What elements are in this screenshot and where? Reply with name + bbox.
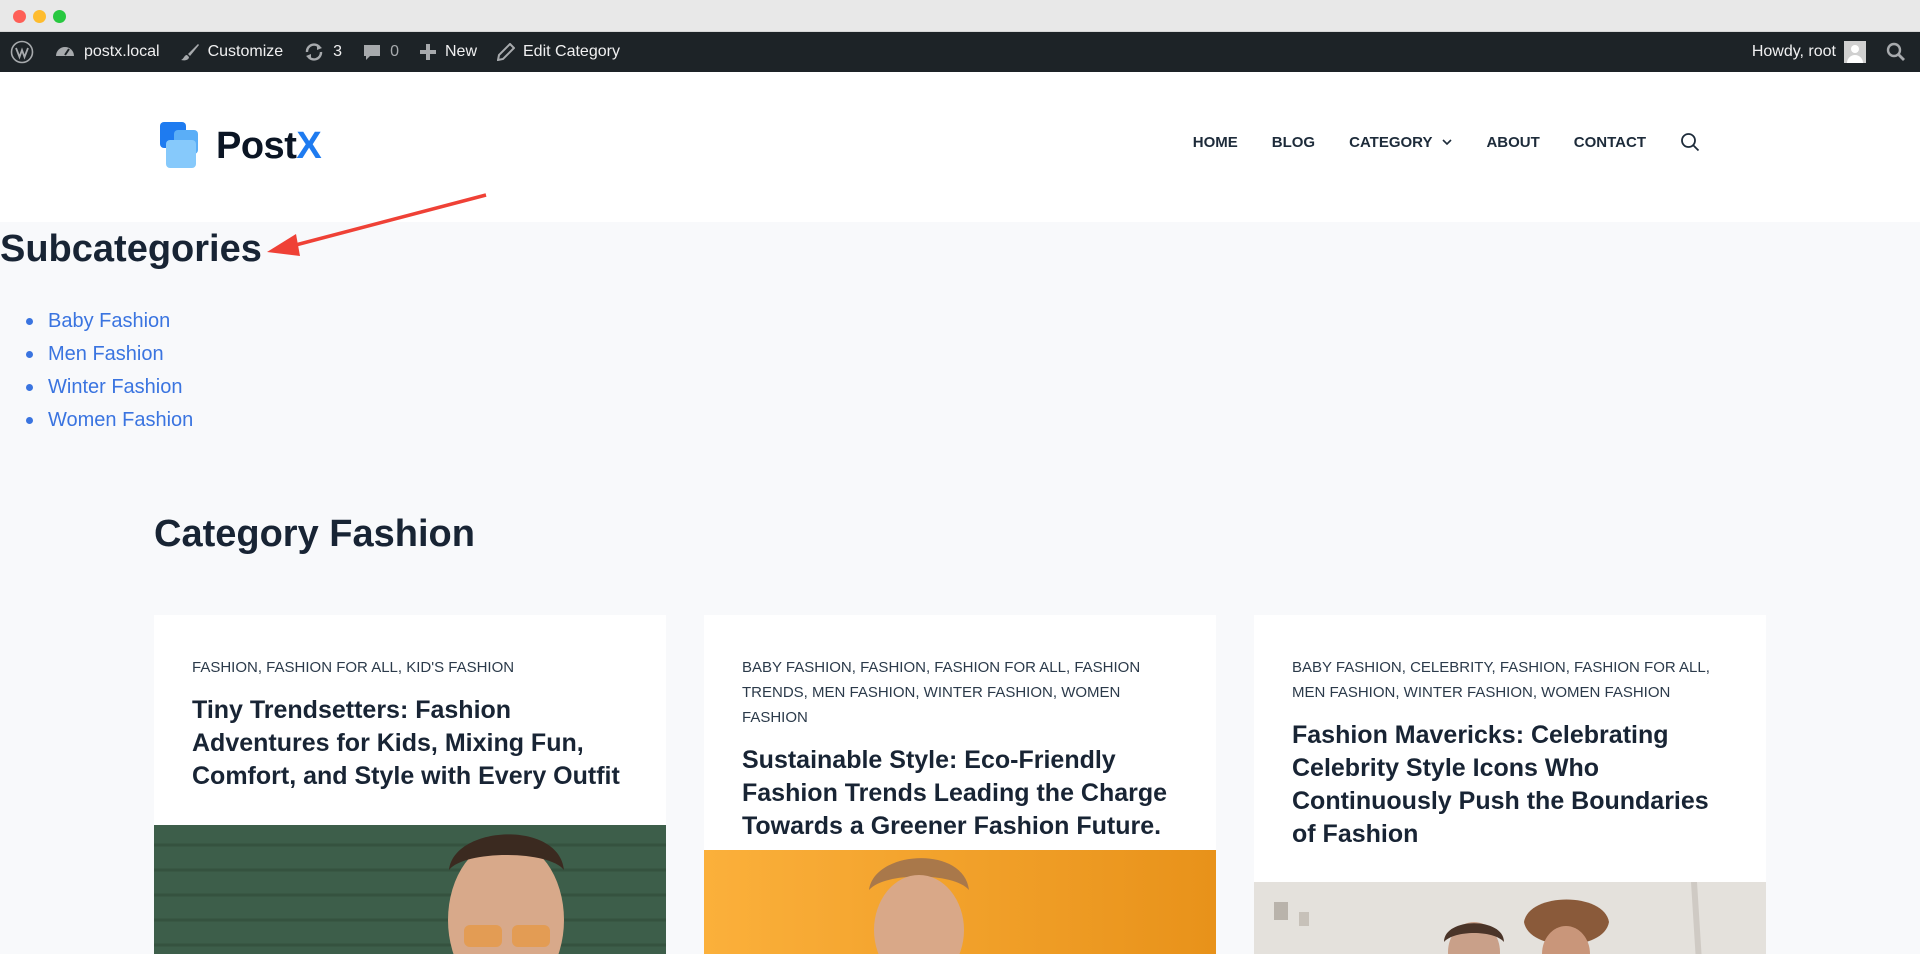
list-item: Winter Fashion (26, 371, 193, 404)
post-thumbnail[interactable] (154, 825, 666, 954)
search-icon (1886, 42, 1905, 61)
post-card: BABY FASHION, CELEBRITY, FASHION, FASHIO… (1254, 615, 1766, 954)
subcategory-link-baby-fashion[interactable]: Baby Fashion (48, 310, 170, 333)
header-search-button[interactable] (1680, 132, 1700, 152)
nav-category[interactable]: CATEGORY (1349, 133, 1453, 151)
post-title[interactable]: Fashion Mavericks: Celebrating Celebrity… (1292, 719, 1728, 851)
howdy-label: Howdy, root (1751, 43, 1836, 60)
post-categories[interactable]: BABY FASHION, CELEBRITY, FASHION, FASHIO… (1292, 655, 1728, 705)
post-image-man-orange (704, 850, 1216, 954)
post-categories[interactable]: FASHION, FASHION FOR ALL, KID'S FASHION (192, 655, 628, 680)
main-navigation: HOME BLOG CATEGORY ABOUT CONTACT (1193, 132, 1700, 152)
post-card: BABY FASHION, FASHION, FASHION FOR ALL, … (704, 615, 1216, 954)
avatar (1844, 41, 1866, 63)
nav-about[interactable]: ABOUT (1486, 134, 1539, 151)
post-title[interactable]: Tiny Trendsetters: Fashion Adventures fo… (192, 694, 628, 793)
list-item: Men Fashion (26, 338, 193, 371)
post-categories[interactable]: BABY FASHION, FASHION, FASHION FOR ALL, … (742, 655, 1178, 730)
edit-category-label: Edit Category (523, 43, 620, 60)
my-account-menu[interactable]: Howdy, root (1742, 32, 1876, 72)
post-title[interactable]: Sustainable Style: Eco-Friendly Fashion … (742, 744, 1178, 843)
subcategory-link-men-fashion[interactable]: Men Fashion (48, 343, 164, 366)
subcategories-list: Baby Fashion Men Fashion Winter Fashion … (26, 305, 193, 437)
search-icon (1681, 133, 1700, 152)
chevron-down-icon (1442, 139, 1453, 146)
subcategory-link-women-fashion[interactable]: Women Fashion (48, 409, 193, 432)
post-image-celebrities (1254, 882, 1766, 954)
nav-blog[interactable]: BLOG (1272, 134, 1315, 151)
list-item: Baby Fashion (26, 305, 193, 338)
subcategory-link-winter-fashion[interactable]: Winter Fashion (48, 376, 183, 399)
nav-category-label: CATEGORY (1349, 133, 1433, 151)
nav-home[interactable]: HOME (1193, 134, 1238, 151)
annotation-arrow (267, 193, 487, 256)
category-title: Category Fashion (154, 513, 475, 555)
post-card: FASHION, FASHION FOR ALL, KID'S FASHION … (154, 615, 666, 954)
post-image-man-sunglasses (154, 825, 666, 954)
post-thumbnail[interactable] (704, 850, 1216, 954)
nav-contact[interactable]: CONTACT (1574, 134, 1646, 151)
adminbar-search-button[interactable] (1876, 32, 1920, 72)
post-thumbnail[interactable] (1254, 882, 1766, 954)
list-item: Women Fashion (26, 404, 193, 437)
